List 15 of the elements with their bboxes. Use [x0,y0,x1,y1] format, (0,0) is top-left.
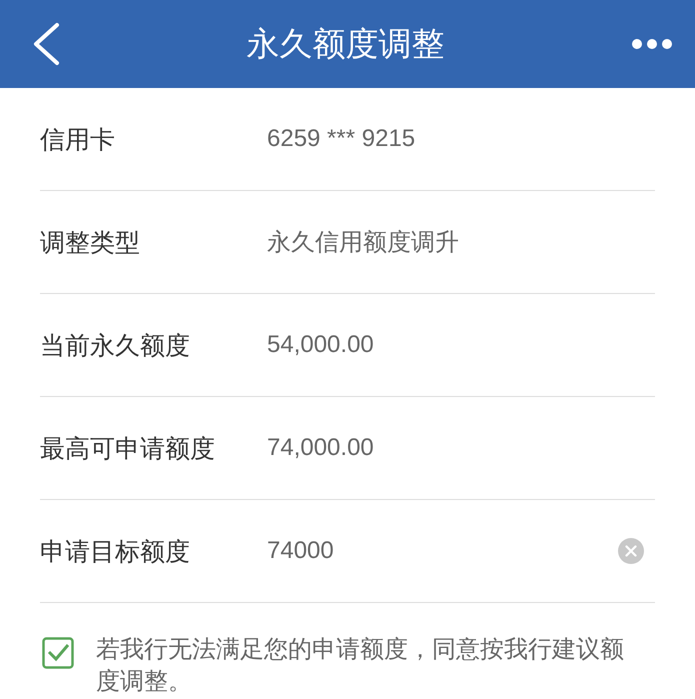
field-value: 永久信用额度调升 [267,228,459,258]
more-icon[interactable] [631,38,673,50]
field-label: 调整类型 [40,226,141,258]
back-icon[interactable] [32,22,60,66]
field-label: 申请目标额度 [40,536,191,568]
field-label: 当前永久额度 [40,330,191,362]
field-label: 信用卡 [40,124,116,156]
agreement-text: 若我行无法满足您的申请额度，同意按我行建议额度调整。 [96,634,625,697]
field-value: 54,000.00 [267,331,374,359]
input-field[interactable]: 74000 [267,531,618,571]
field-label: 最高可申请额度 [40,432,216,464]
field-value: 74,000.00 [267,434,374,462]
page-title: 永久额度调整 [246,22,444,64]
checkbox[interactable] [42,637,74,669]
field-value: 6259 *** 9215 [267,125,416,153]
